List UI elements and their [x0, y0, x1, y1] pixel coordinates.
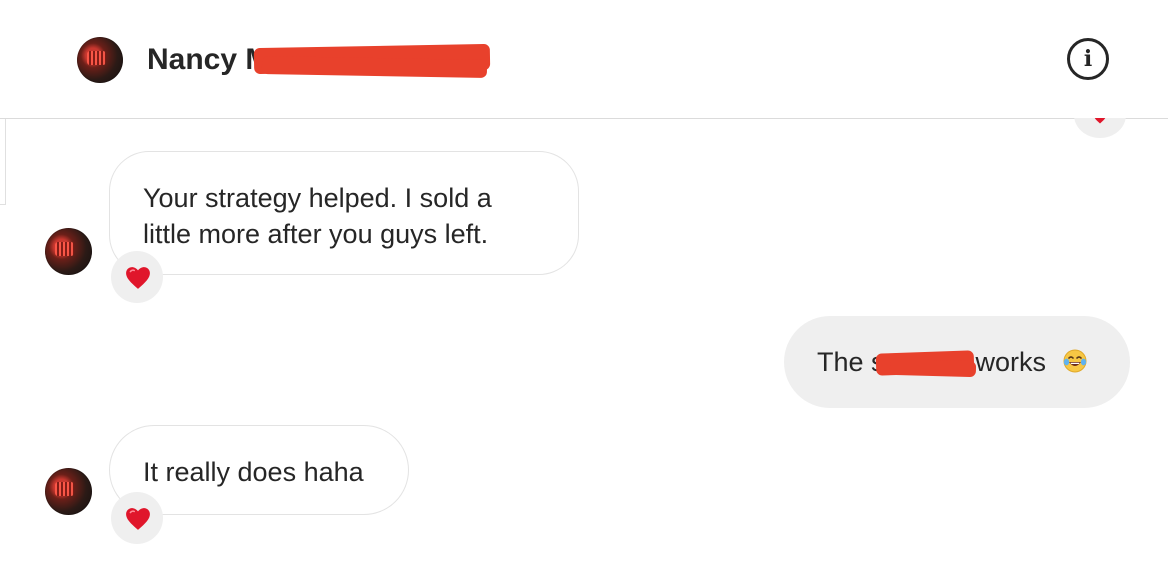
- info-button[interactable]: i: [1067, 38, 1109, 80]
- left-panel-divider: [0, 204, 5, 205]
- contact-avatar[interactable]: [77, 37, 123, 83]
- message-line: Your strategy helped. I sold a: [143, 183, 492, 213]
- message-reaction[interactable]: [111, 492, 163, 544]
- message-text: It really does haha: [143, 457, 364, 487]
- heart-reaction-icon: [125, 507, 150, 530]
- info-icon: i: [1083, 46, 1093, 72]
- sender-avatar[interactable]: [45, 228, 92, 275]
- message-reaction[interactable]: [111, 251, 163, 303]
- laughing-emoji-icon: [1063, 349, 1087, 373]
- sender-avatar[interactable]: [45, 468, 92, 515]
- redaction-mark: [889, 358, 977, 378]
- chat-header: Nancy M i: [0, 0, 1168, 119]
- contact-name[interactable]: Nancy M: [147, 42, 270, 78]
- heart-reaction-icon: [125, 266, 150, 289]
- message-line: little more after you guys left.: [143, 219, 489, 249]
- redaction-mark: [261, 56, 488, 78]
- incoming-message-bubble[interactable]: Your strategy helped. I sold a little mo…: [109, 151, 579, 275]
- message-text: The s: [817, 347, 885, 377]
